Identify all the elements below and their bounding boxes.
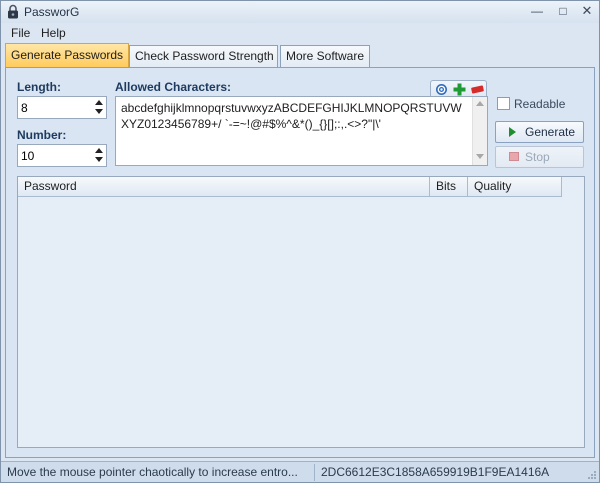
column-header-bits[interactable]: Bits	[430, 177, 468, 197]
generate-button[interactable]: Generate	[495, 121, 584, 143]
generate-panel: Length: Number: Allowed Characters:	[5, 67, 595, 458]
stop-icon	[509, 152, 519, 161]
menu-file[interactable]: File	[11, 26, 30, 40]
play-icon	[509, 127, 516, 137]
stop-button[interactable]: Stop	[495, 146, 584, 168]
allowed-characters-textbox[interactable]: abcdefghijklmnopqrstuvwxyzABCDEFGHIJKLMN…	[115, 96, 488, 166]
app-lock-icon	[8, 4, 18, 19]
charset-toolbar	[430, 80, 487, 97]
password-list[interactable]: Password Bits Quality	[17, 176, 585, 448]
column-header-quality[interactable]: Quality	[468, 177, 562, 197]
tab-generate-passwords[interactable]: Generate Passwords	[5, 43, 129, 67]
stop-button-label: Stop	[525, 150, 550, 164]
number-input[interactable]	[21, 148, 91, 163]
status-bar: Move the mouse pointer chaotically to in…	[1, 461, 599, 482]
maximize-button[interactable]: □	[553, 3, 573, 20]
menu-bar: File Help	[1, 24, 599, 43]
minimize-button[interactable]: —	[527, 3, 547, 20]
arrow-up-icon[interactable]	[95, 148, 103, 153]
status-message: Move the mouse pointer chaotically to in…	[7, 465, 298, 479]
arrow-down-icon[interactable]	[95, 109, 103, 114]
arrow-down-icon[interactable]	[95, 157, 103, 162]
allowed-characters-label: Allowed Characters:	[115, 80, 232, 94]
status-separator	[314, 464, 315, 481]
length-spin-arrows[interactable]	[94, 99, 104, 116]
readable-checkbox[interactable]	[497, 97, 510, 110]
close-button[interactable]: ✕	[577, 3, 597, 20]
readable-label[interactable]: Readable	[514, 97, 565, 111]
app-window: PassworG — □ ✕ File Help Generate Passwo…	[0, 0, 600, 483]
menu-help[interactable]: Help	[41, 26, 66, 40]
tab-strip: Generate Passwords Check Password Streng…	[1, 43, 599, 67]
length-label: Length:	[17, 80, 61, 94]
status-hash: 2DC6612E3C1858A659919B1F9EA1416A	[321, 465, 550, 479]
list-header: Password Bits Quality	[18, 177, 562, 197]
charset-scrollbar[interactable]	[472, 97, 487, 165]
number-spinner[interactable]	[17, 144, 107, 167]
window-title: PassworG	[24, 5, 80, 19]
gear-icon[interactable]	[435, 83, 448, 96]
number-label: Number:	[17, 128, 67, 142]
tab-more-software[interactable]: More Software	[280, 45, 370, 67]
column-header-password[interactable]: Password	[18, 177, 430, 197]
generate-button-label: Generate	[525, 125, 576, 139]
resize-grip-icon[interactable]	[587, 470, 597, 480]
allowed-characters-text[interactable]: abcdefghijklmnopqrstuvwxyzABCDEFGHIJKLMN…	[121, 100, 466, 132]
scroll-up-icon[interactable]	[476, 101, 484, 106]
scroll-down-icon[interactable]	[476, 154, 484, 159]
length-input[interactable]	[21, 100, 91, 115]
arrow-up-icon[interactable]	[95, 100, 103, 105]
remove-icon[interactable]	[471, 83, 484, 96]
tab-check-password-strength[interactable]: Check Password Strength	[129, 45, 278, 67]
number-spin-arrows[interactable]	[94, 147, 104, 164]
add-icon[interactable]	[453, 83, 466, 96]
title-bar: PassworG — □ ✕	[1, 1, 599, 23]
length-spinner[interactable]	[17, 96, 107, 119]
